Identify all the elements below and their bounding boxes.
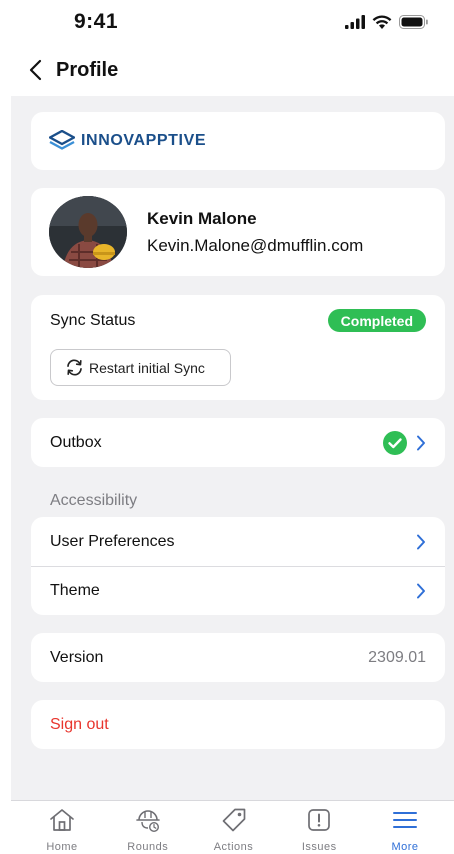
restart-initial-sync-button[interactable]: Restart initial Sync [50, 349, 231, 386]
tab-rounds[interactable]: Rounds [115, 807, 181, 854]
wifi-icon [372, 14, 392, 29]
page-title: Profile [56, 58, 119, 81]
tab-issues-label: Issues [301, 841, 337, 853]
theme-label: Theme [50, 582, 100, 599]
menu-icon [393, 812, 417, 828]
user-profile-card: Kevin Malone Kevin.Malone@dmufflin.com [31, 188, 445, 276]
user-preferences-label: User Preferences [50, 532, 175, 550]
alert-square-icon [308, 809, 331, 831]
user-name: Kevin Malone [147, 208, 257, 228]
user-preferences-row[interactable]: User Preferences [31, 517, 445, 566]
battery-icon [399, 15, 428, 29]
version-row: Version 2309.01 [31, 633, 445, 682]
innovapptive-logo-icon [49, 130, 75, 150]
home-icon [50, 809, 74, 831]
sign-out-label: Sign out [50, 715, 109, 733]
version-value: 2309.01 [368, 648, 426, 666]
nav-header: Profile [0, 44, 454, 96]
tab-actions-label: Actions [213, 841, 254, 853]
status-bar: 9:41 [0, 0, 454, 44]
avatar [49, 196, 127, 268]
tab-more-label: More [391, 841, 419, 853]
accessibility-group: User Preferences Theme [31, 517, 445, 615]
outbox-label: Outbox [50, 433, 102, 451]
outbox-row[interactable]: Outbox [31, 418, 445, 467]
chevron-right-icon [417, 435, 425, 450]
sync-status-label: Sync Status [50, 312, 136, 329]
back-chevron-icon[interactable] [28, 59, 44, 81]
tab-actions[interactable]: Actions [201, 807, 267, 854]
chevron-right-icon [417, 534, 425, 549]
version-label: Version [50, 648, 104, 666]
theme-row[interactable]: Theme [31, 566, 445, 615]
tab-more[interactable]: More [372, 807, 438, 854]
chevron-right-icon [417, 583, 425, 599]
hard-hat-icon [135, 810, 160, 833]
profile-content: INNOVAPPTIVE Kevin Malone Kevin.Malone@d… [11, 96, 454, 800]
tab-home-label: Home [46, 841, 78, 853]
check-circle-icon [383, 430, 407, 455]
status-badge: Completed [327, 309, 426, 332]
brand-name: INNOVAPPTIVE [81, 132, 207, 149]
tab-rounds-label: Rounds [127, 841, 169, 853]
restart-sync-label: Restart initial Sync [89, 359, 205, 376]
signal-icon [345, 15, 365, 29]
refresh-icon [67, 359, 82, 376]
sync-status-card: Sync Status Completed Restart initial Sy… [31, 295, 445, 400]
status-icons [345, 14, 428, 30]
tag-icon [222, 808, 245, 832]
tab-home[interactable]: Home [29, 807, 95, 854]
user-email: Kevin.Malone@dmufflin.com [147, 235, 364, 255]
accessibility-section-label: Accessibility [50, 492, 138, 509]
tab-issues[interactable]: Issues [286, 807, 352, 854]
bottom-tab-bar: Home Rounds Actions Issues More [11, 800, 454, 854]
status-time: 9:41 [74, 10, 119, 33]
sign-out-button[interactable]: Sign out [31, 700, 445, 749]
brand-card: INNOVAPPTIVE [31, 112, 445, 170]
